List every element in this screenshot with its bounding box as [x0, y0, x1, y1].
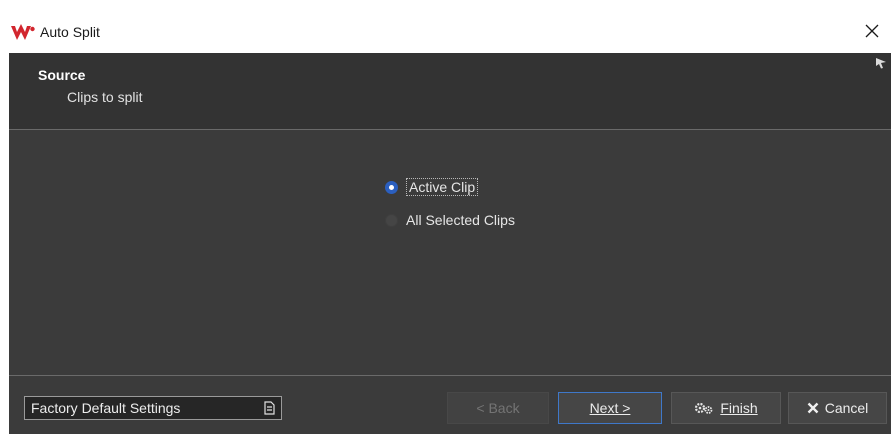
- close-button[interactable]: [859, 19, 885, 43]
- radio-selected-icon[interactable]: [385, 180, 398, 194]
- radio-label-active-clip: Active Clip: [406, 178, 479, 196]
- radio-unselected-icon[interactable]: [385, 213, 398, 227]
- radio-option-all-selected-clips[interactable]: All Selected Clips: [385, 212, 515, 228]
- close-icon: [865, 24, 879, 38]
- title-bar: Auto Split: [0, 0, 891, 53]
- preset-menu-icon[interactable]: [263, 401, 275, 415]
- cancel-button-label: Cancel: [824, 400, 869, 416]
- cancel-button[interactable]: Cancel: [788, 392, 887, 424]
- wavelab-logo-icon: [11, 24, 35, 40]
- gears-icon: [695, 402, 713, 414]
- finish-button-label: Finish: [720, 400, 758, 416]
- next-button-label: Next >: [589, 400, 631, 416]
- dialog-body: Source Clips to split Active Clip All Se…: [9, 53, 891, 434]
- wizard-header: Source Clips to split: [9, 53, 891, 130]
- back-button-label: < Back: [476, 400, 520, 416]
- window-title: Auto Split: [40, 24, 100, 40]
- next-button[interactable]: Next >: [558, 392, 662, 424]
- radio-option-active-clip[interactable]: Active Clip: [385, 178, 479, 196]
- back-button[interactable]: < Back: [447, 392, 549, 424]
- step-title: Source: [38, 67, 86, 83]
- finish-button[interactable]: Finish: [671, 392, 781, 424]
- preset-label: Factory Default Settings: [31, 400, 181, 416]
- close-icon: [807, 402, 819, 414]
- footer-divider: [9, 375, 891, 376]
- radio-label-all-selected-clips: All Selected Clips: [406, 212, 515, 228]
- preset-selector[interactable]: Factory Default Settings: [24, 396, 282, 420]
- cursor-pointer-icon: [876, 58, 886, 69]
- step-subtitle: Clips to split: [67, 89, 143, 105]
